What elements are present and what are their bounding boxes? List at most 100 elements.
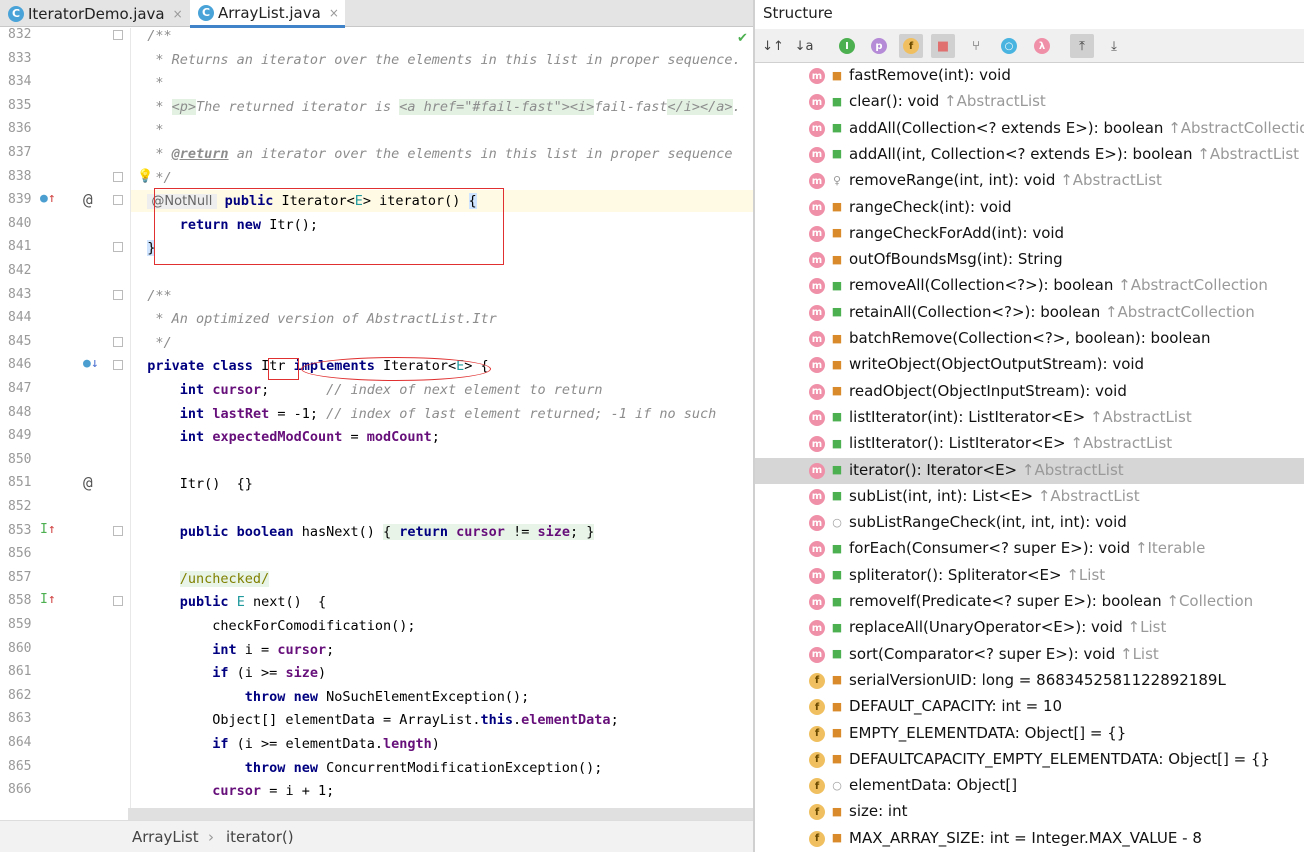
code-line[interactable]: * (131, 72, 753, 94)
fold-marker-icon[interactable] (113, 336, 123, 347)
gutter-line[interactable]: 860 (0, 640, 130, 660)
code-line[interactable] (131, 544, 753, 566)
show-inherited-icon[interactable]: I (835, 34, 859, 58)
structure-item[interactable]: f ■ MAX_ARRAY_SIZE: int = Integer.MAX_VALU… (755, 826, 1304, 852)
close-icon[interactable]: × (329, 6, 339, 20)
fold-marker-icon[interactable] (113, 171, 123, 182)
code-line[interactable]: */ (131, 167, 753, 189)
gutter-line[interactable]: 847 (0, 380, 130, 400)
gutter-line[interactable]: 856 (0, 545, 130, 565)
sort-by-visibility-icon[interactable]: ↓↑ (761, 34, 785, 58)
fold-marker-icon[interactable] (113, 242, 123, 253)
code-line[interactable]: cursor = i + 1; (131, 780, 753, 802)
fold-marker-icon[interactable] (113, 360, 123, 371)
gutter-line[interactable]: 835 (0, 97, 130, 117)
show-fields-icon[interactable]: f (899, 34, 923, 58)
gutter-line[interactable]: 850 (0, 451, 130, 471)
gutter-line[interactable]: 857 (0, 569, 130, 589)
show-lambdas-icon[interactable]: λ (1030, 34, 1054, 58)
gutter-line[interactable]: 849 (0, 427, 130, 447)
structure-item[interactable]: m ■ replaceAll(UnaryOperator<E>): void ↑Li… (755, 615, 1304, 641)
gutter-line[interactable]: 863 (0, 710, 130, 730)
structure-item[interactable]: m ■ spliterator(): Spliterator<E> ↑List (755, 563, 1304, 589)
code-line[interactable]: * <p>The returned iterator is <a href="#… (131, 96, 753, 118)
intention-bulb-icon[interactable]: 💡 (137, 169, 153, 184)
gutter-line[interactable]: 845 (0, 333, 130, 353)
gutter-line[interactable]: 861 (0, 663, 130, 683)
structure-item[interactable]: f ■ DEFAULT_CAPACITY: int = 10 (755, 694, 1304, 720)
code-area[interactable]: /** * Returns an iterator over the eleme… (131, 28, 753, 808)
implements-method-icon[interactable]: I↑ (40, 522, 56, 537)
gutter-line[interactable]: 836 (0, 120, 130, 140)
structure-tree[interactable]: m ■ fastRemove(int): void m ■ clear(): void ↑… (755, 63, 1304, 852)
structure-item[interactable]: m ■ rangeCheckForAdd(int): void (755, 221, 1304, 247)
line-gutter[interactable]: 832 833 834 835 836 837 838 839 ●↑ @840 841 842 843 8… (0, 27, 130, 828)
annotation-icon[interactable]: @ (83, 473, 93, 492)
structure-item[interactable]: m ♀ removeRange(int, int): void ↑AbstractL… (755, 168, 1304, 194)
code-line[interactable]: * @return an iterator over the elements … (131, 143, 753, 165)
gutter-line[interactable]: 858 I↑ (0, 592, 130, 612)
structure-item[interactable]: f ○ elementData: Object[] (755, 773, 1304, 799)
gutter-line[interactable]: 865 (0, 758, 130, 778)
code-line[interactable]: int cursor; // index of next element to … (131, 379, 753, 401)
code-line[interactable]: int i = cursor; (131, 639, 753, 661)
code-line[interactable]: /unchecked/ (131, 568, 753, 590)
fold-marker-icon[interactable] (113, 195, 123, 206)
code-line[interactable]: throw new ConcurrentModificationExceptio… (131, 757, 753, 779)
structure-item[interactable]: m ■ writeObject(ObjectOutputStream): void (755, 352, 1304, 378)
code-line[interactable]: if (i >= size) (131, 662, 753, 684)
gutter-line[interactable]: 866 (0, 781, 130, 801)
gutter-line[interactable]: 862 (0, 687, 130, 707)
code-line[interactable]: * (131, 119, 753, 141)
gutter-line[interactable]: 844 (0, 309, 130, 329)
structure-item[interactable]: m ■ forEach(Consumer<? super E>): void ↑It… (755, 536, 1304, 562)
code-line[interactable]: /** (131, 285, 753, 307)
gutter-line[interactable]: 859 (0, 616, 130, 636)
gutter-line[interactable]: 864 (0, 734, 130, 754)
gutter-line[interactable]: 838 (0, 168, 130, 188)
gutter-line[interactable]: 833 (0, 50, 130, 70)
show-properties-icon[interactable]: p (867, 34, 891, 58)
code-line[interactable]: checkForComodification(); (131, 615, 753, 637)
autoscroll-from-source-icon[interactable]: ⤓ (1102, 34, 1126, 58)
structure-item[interactable]: m ○ subListRangeCheck(int, int, int): void (755, 510, 1304, 536)
show-anonymous-icon[interactable]: ⑂ (964, 34, 988, 58)
structure-item[interactable]: m ■ addAll(int, Collection<? extends E>): … (755, 142, 1304, 168)
implements-method-icon[interactable]: I↑ (40, 592, 56, 607)
implemented-icon[interactable]: ●↓ (83, 356, 99, 371)
structure-item[interactable]: f ■ EMPTY_ELEMENTDATA: Object[] = {} (755, 721, 1304, 747)
structure-item[interactable]: m ■ batchRemove(Collection<?>, boolean): b… (755, 326, 1304, 352)
gutter-line[interactable]: 834 (0, 73, 130, 93)
structure-item[interactable]: m ■ addAll(Collection<? extends E>): boole… (755, 116, 1304, 142)
no-problems-check-icon[interactable]: ✔ (737, 31, 748, 46)
gutter-line[interactable]: 841 (0, 238, 130, 258)
breadcrumb-method[interactable]: iterator() (226, 828, 294, 846)
fold-marker-icon[interactable] (113, 30, 123, 40)
gutter-line[interactable]: 848 (0, 404, 130, 424)
code-line[interactable]: /** (131, 28, 753, 47)
gutter-line[interactable]: 851 @ (0, 473, 130, 494)
structure-item[interactable]: m ■ sort(Comparator<? super E>): void ↑Lis… (755, 642, 1304, 668)
code-line[interactable]: * An optimized version of AbstractList.I… (131, 308, 753, 330)
gutter-line[interactable]: 839 ●↑ @ (0, 190, 130, 211)
fold-marker-icon[interactable] (113, 289, 123, 300)
structure-item[interactable]: m ■ listIterator(int): ListIterator<E> ↑Ab… (755, 405, 1304, 431)
code-line[interactable]: Itr() {} (131, 473, 753, 495)
close-icon[interactable]: × (173, 7, 183, 21)
structure-item[interactable]: m ■ outOfBoundsMsg(int): String (755, 247, 1304, 273)
code-line[interactable]: throw new NoSuchElementException(); (131, 686, 753, 708)
show-lambdas-circle-icon[interactable]: ○ (997, 34, 1021, 58)
gutter-line[interactable]: 852 (0, 498, 130, 518)
code-line[interactable]: if (i >= elementData.length) (131, 733, 753, 755)
gutter-line[interactable]: 840 (0, 215, 130, 235)
gutter-line[interactable]: 846 ●↓ (0, 356, 130, 376)
override-method-icon[interactable]: ●↑ (40, 191, 56, 206)
code-line[interactable]: * Returns an iterator over the elements … (131, 49, 753, 71)
tab-arraylist[interactable]: C ArrayList.java × (190, 0, 345, 28)
gutter-line[interactable]: 843 (0, 286, 130, 306)
code-line[interactable] (131, 497, 753, 519)
structure-item[interactable]: m ■ fastRemove(int): void (755, 63, 1304, 89)
code-line[interactable]: public boolean hasNext() { return cursor… (131, 521, 753, 543)
code-line[interactable] (131, 450, 753, 472)
fold-marker-icon[interactable] (113, 596, 123, 607)
